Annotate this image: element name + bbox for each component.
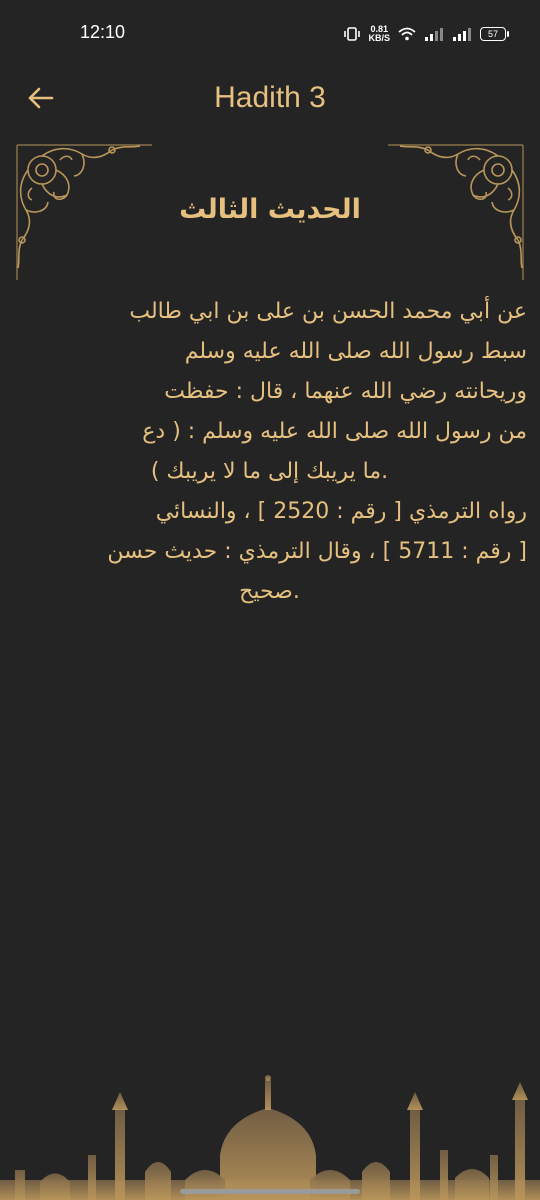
network-speed: 0.81 KB/S xyxy=(368,25,390,43)
network-speed-unit: KB/S xyxy=(368,33,390,43)
hadith-line: رواه الترمذي [ رقم : 2520 ] ، والنسائي xyxy=(155,499,527,524)
hadith-line: .ما يريبك إلى ما لا يريبك ) xyxy=(150,459,389,484)
hadith-line: سبط رسول الله صلى الله عليه وسلم xyxy=(184,339,527,364)
status-icons: 0.81 KB/S 57 xyxy=(344,22,509,46)
back-button[interactable] xyxy=(22,78,62,118)
vibrate-icon xyxy=(344,27,361,41)
signal-icon xyxy=(453,28,471,41)
page-title: Hadith 3 xyxy=(214,81,326,114)
status-time: 12:10 xyxy=(80,22,126,42)
hadith-line: .صحيح xyxy=(239,579,300,604)
mosque-skyline-image xyxy=(0,1075,540,1200)
app-bar: Hadith 3 xyxy=(0,66,540,132)
signal-icon xyxy=(425,28,443,41)
hadith-text: عن أبي محمد الحسن بن على بن ابي طالب سبط… xyxy=(12,292,527,612)
hadith-line: عن أبي محمد الحسن بن على بن ابي طالب xyxy=(129,299,527,324)
hadith-line: وريحانته رضي الله عنهما ، قال : حفظت xyxy=(164,379,527,404)
status-bar: 12:10 0.81 KB/S 57 xyxy=(0,0,540,66)
battery-icon: 57 xyxy=(480,27,509,41)
hadith-line: من رسول الله صلى الله عليه وسلم : ( دع xyxy=(142,419,527,444)
back-arrow-icon xyxy=(28,87,54,109)
navigation-handle[interactable] xyxy=(180,1189,360,1194)
hadith-heading: الحديث الثالث xyxy=(179,194,361,225)
wifi-icon xyxy=(398,27,416,41)
hadith-line: [ رقم : 5711 ] ، وقال الترمذي : حديث حسن xyxy=(107,539,527,564)
